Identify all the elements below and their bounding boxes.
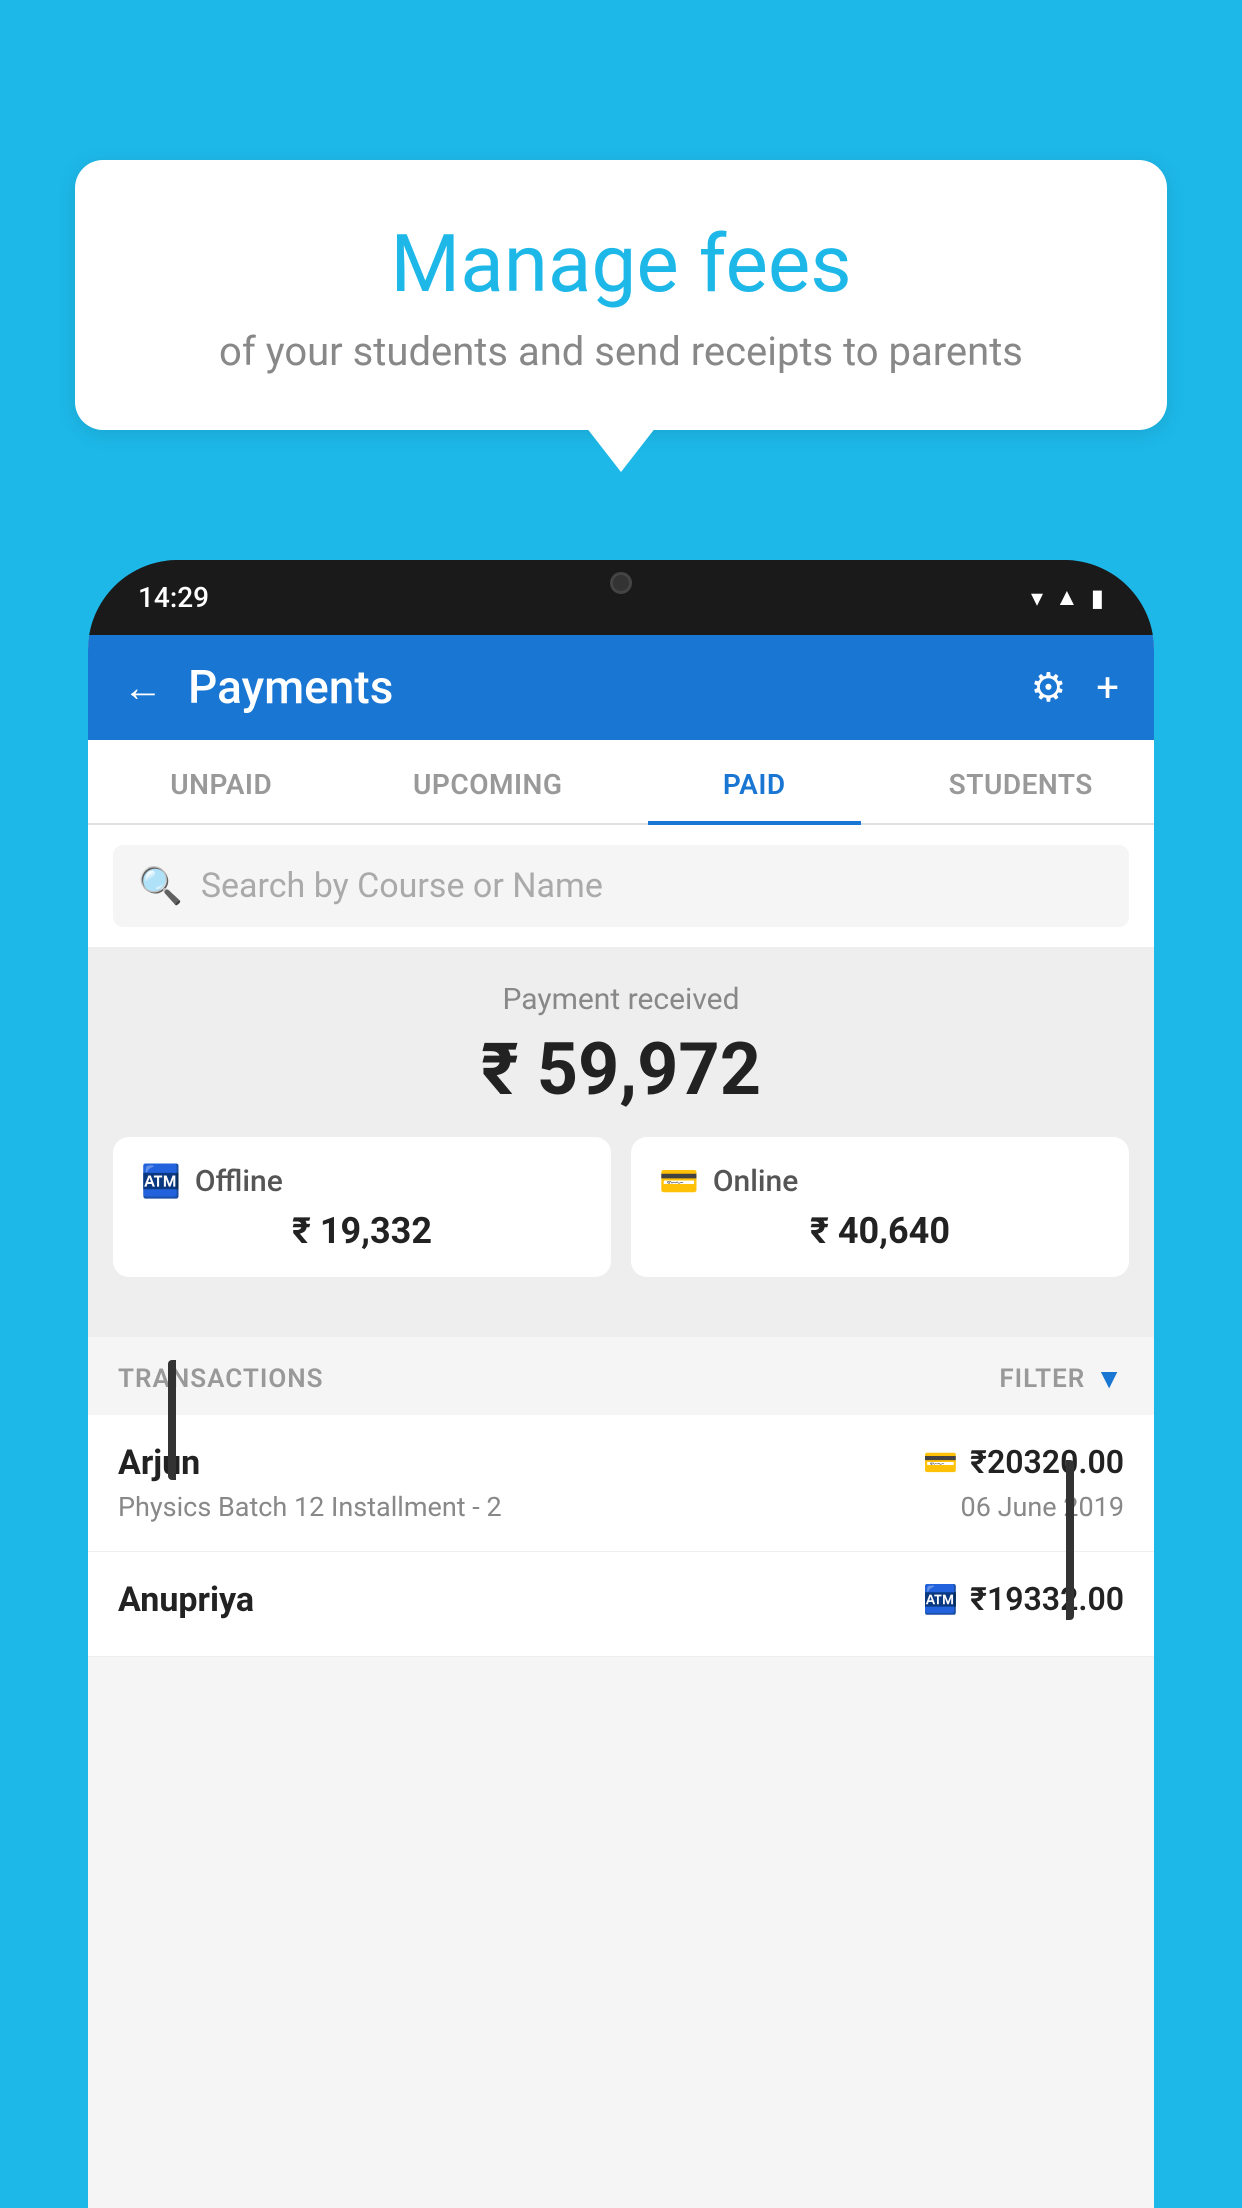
transaction-top-arjun: Arjun 💳 ₹20320.00 bbox=[118, 1443, 1124, 1483]
header-actions: ⚙ + bbox=[1030, 664, 1119, 711]
notch bbox=[551, 560, 691, 605]
payment-cards-row: 🏧 Offline ₹ 19,332 💳 Online ₹ 40,640 bbox=[88, 1137, 1154, 1307]
search-container: 🔍 Search by Course or Name bbox=[88, 825, 1154, 947]
wifi-icon: ▾ bbox=[1031, 584, 1043, 612]
transaction-name-anupriya: Anupriya bbox=[118, 1580, 254, 1620]
transactions-label: TRANSACTIONS bbox=[118, 1364, 324, 1394]
transaction-name-arjun: Arjun bbox=[118, 1443, 200, 1483]
settings-icon[interactable]: ⚙ bbox=[1030, 664, 1066, 711]
search-input[interactable]: Search by Course or Name bbox=[201, 866, 603, 906]
filter-icon: ▼ bbox=[1095, 1362, 1124, 1395]
volume-button bbox=[168, 1360, 176, 1480]
payment-received-label: Payment received bbox=[88, 982, 1154, 1017]
battery-icon: ▮ bbox=[1091, 584, 1104, 612]
table-row[interactable]: Arjun 💳 ₹20320.00 Physics Batch 12 Insta… bbox=[88, 1415, 1154, 1552]
phone-screen: ← Payments ⚙ + UNPAID UPCOMING PAID STUD… bbox=[88, 635, 1154, 2208]
offline-card: 🏧 Offline ₹ 19,332 bbox=[113, 1137, 611, 1277]
offline-label: Offline bbox=[195, 1164, 283, 1199]
bubble-subtitle: of your students and send receipts to pa… bbox=[125, 328, 1117, 375]
offline-icon: 🏧 bbox=[141, 1162, 181, 1200]
tabs-container: UNPAID UPCOMING PAID STUDENTS bbox=[88, 740, 1154, 825]
tab-students[interactable]: STUDENTS bbox=[888, 740, 1155, 823]
transaction-bottom-arjun: Physics Batch 12 Installment - 2 06 June… bbox=[118, 1491, 1124, 1523]
online-icon: 💳 bbox=[659, 1162, 699, 1200]
camera bbox=[610, 572, 632, 594]
tab-paid[interactable]: PAID bbox=[621, 740, 888, 823]
online-card-header: 💳 Online bbox=[659, 1162, 1101, 1200]
back-button[interactable]: ← bbox=[123, 664, 163, 711]
payment-summary: Payment received ₹ 59,972 🏧 Offline ₹ 19… bbox=[88, 947, 1154, 1337]
speech-bubble: Manage fees of your students and send re… bbox=[75, 160, 1167, 430]
phone-frame: 14:29 ▾ ▲ ▮ ← Payments ⚙ + UNPAID UPCOMI… bbox=[88, 560, 1154, 2208]
page-title: Payments bbox=[188, 661, 1030, 715]
add-icon[interactable]: + bbox=[1096, 664, 1119, 711]
transaction-amount-anupriya: 🏧 ₹19332.00 bbox=[923, 1580, 1124, 1618]
app-header: ← Payments ⚙ + bbox=[88, 635, 1154, 740]
online-label: Online bbox=[713, 1164, 798, 1199]
offline-card-header: 🏧 Offline bbox=[141, 1162, 583, 1200]
payment-total-amount: ₹ 59,972 bbox=[88, 1027, 1154, 1112]
transaction-top-anupriya: Anupriya 🏧 ₹19332.00 bbox=[118, 1580, 1124, 1620]
filter-button[interactable]: FILTER ▼ bbox=[999, 1362, 1124, 1395]
status-time: 14:29 bbox=[138, 581, 209, 614]
transactions-header: TRANSACTIONS FILTER ▼ bbox=[88, 1337, 1154, 1415]
transaction-amount-value-anupriya: ₹19332.00 bbox=[970, 1580, 1124, 1618]
tab-unpaid[interactable]: UNPAID bbox=[88, 740, 355, 823]
search-bar[interactable]: 🔍 Search by Course or Name bbox=[113, 845, 1129, 927]
signal-icon: ▲ bbox=[1055, 583, 1079, 612]
transaction-date-arjun: 06 June 2019 bbox=[961, 1491, 1124, 1523]
transaction-course-arjun: Physics Batch 12 Installment - 2 bbox=[118, 1491, 502, 1523]
offline-amount: ₹ 19,332 bbox=[141, 1210, 583, 1252]
online-card: 💳 Online ₹ 40,640 bbox=[631, 1137, 1129, 1277]
tab-upcoming[interactable]: UPCOMING bbox=[355, 740, 622, 823]
filter-label: FILTER bbox=[999, 1364, 1085, 1394]
status-icons: ▾ ▲ ▮ bbox=[1031, 583, 1104, 612]
transaction-amount-value-arjun: ₹20320.00 bbox=[970, 1443, 1124, 1481]
table-row[interactable]: Anupriya 🏧 ₹19332.00 bbox=[88, 1552, 1154, 1657]
offline-payment-icon: 🏧 bbox=[923, 1583, 958, 1616]
transaction-amount-arjun: 💳 ₹20320.00 bbox=[923, 1443, 1124, 1481]
bubble-title: Manage fees bbox=[125, 220, 1117, 308]
power-button bbox=[1066, 1460, 1074, 1620]
online-payment-icon: 💳 bbox=[923, 1446, 958, 1479]
search-icon: 🔍 bbox=[138, 865, 183, 907]
status-bar: 14:29 ▾ ▲ ▮ bbox=[88, 560, 1154, 635]
online-amount: ₹ 40,640 bbox=[659, 1210, 1101, 1252]
